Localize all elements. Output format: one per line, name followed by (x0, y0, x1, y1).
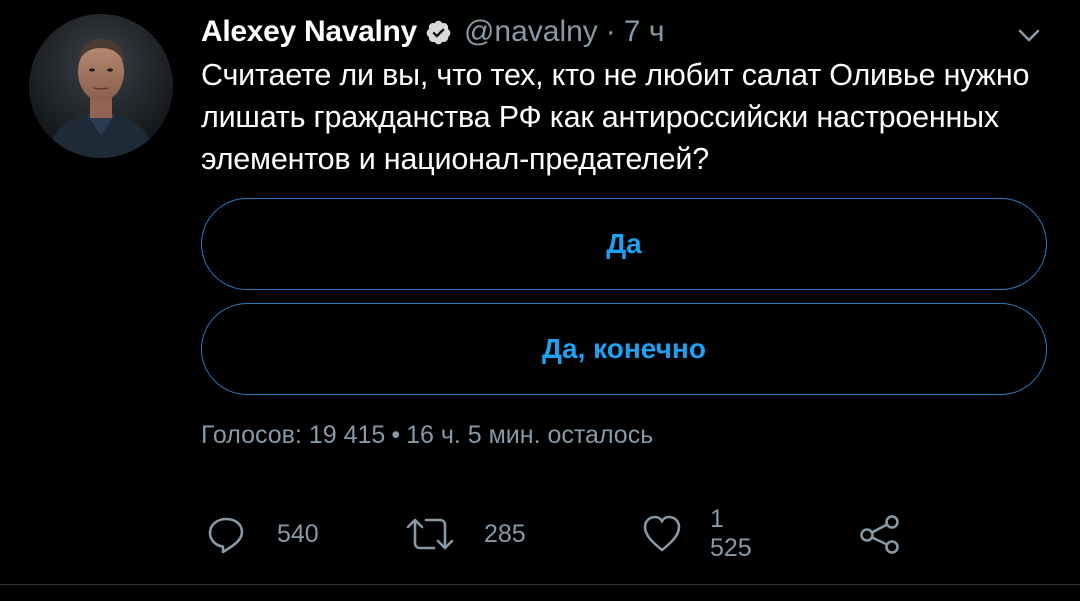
retweet-button[interactable]: 285 (404, 510, 526, 558)
retweet-count: 285 (484, 519, 526, 548)
tweet: Alexey Navalny @navalny · 7 ч Считаете л… (0, 0, 1080, 601)
tweet-timestamp[interactable]: 7 ч (624, 15, 665, 49)
share-icon (857, 513, 903, 555)
divider (0, 584, 1080, 585)
chevron-down-icon[interactable] (1014, 20, 1044, 50)
poll-option-label: Да (606, 228, 642, 259)
poll-time-left: 16 ч. 5 мин. осталось (406, 421, 654, 449)
poll-option-yes-of-course[interactable]: Да, конечно (201, 303, 1047, 395)
tweet-header: Alexey Navalny @navalny · 7 ч (201, 12, 664, 52)
author-display-name[interactable]: Alexey Navalny (201, 15, 417, 49)
like-button[interactable]: 1 525 (640, 505, 752, 562)
author-handle[interactable]: @navalny (464, 15, 598, 49)
like-count: 1 525 (710, 505, 752, 562)
poll-option-yes[interactable]: Да (201, 198, 1047, 290)
avatar[interactable] (29, 14, 173, 158)
poll-votes-count: Голосов: 19 415 (201, 421, 386, 449)
poll-meta: Голосов: 19 415 • 16 ч. 5 мин. осталось (201, 421, 653, 450)
heart-icon (640, 513, 684, 555)
tweet-text: Считаете ли вы, что тех, кто не любит са… (201, 58, 1030, 176)
reply-count: 540 (277, 519, 319, 548)
header-separator: · (605, 15, 616, 48)
share-button[interactable] (857, 510, 903, 558)
reply-button[interactable]: 540 (205, 510, 319, 558)
reply-icon (205, 513, 247, 555)
retweet-icon (404, 513, 456, 555)
avatar-portrait-icon (29, 14, 173, 158)
poll-meta-separator: • (391, 421, 401, 449)
poll-option-label: Да, конечно (542, 333, 706, 364)
verified-badge-icon (425, 19, 452, 46)
